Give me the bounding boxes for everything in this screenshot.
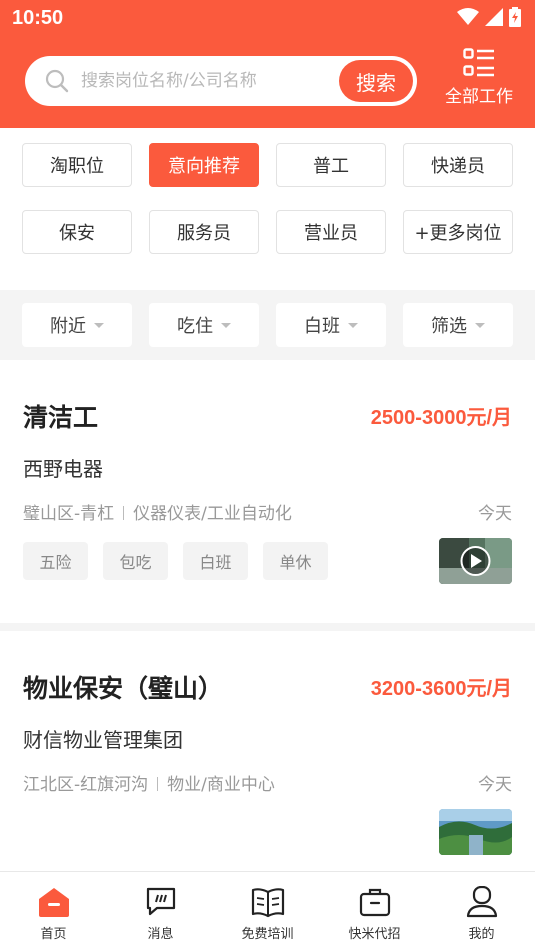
category-tag[interactable]: 淘职位 xyxy=(22,143,132,187)
nav-messages[interactable]: 消息 xyxy=(116,872,206,951)
benefit-tags: 五险 包吃 白班 单休 xyxy=(23,542,328,580)
profile-icon xyxy=(466,886,497,918)
more-categories-tag[interactable]: +更多岗位 xyxy=(403,210,513,254)
status-bar: 10:50 xyxy=(0,0,535,36)
nav-label: 消息 xyxy=(147,927,174,942)
nav-label: 快米代招 xyxy=(348,927,401,942)
filter-nearby[interactable]: 附近 xyxy=(22,303,132,347)
category-tag-active[interactable]: 意向推荐 xyxy=(149,143,259,187)
all-jobs-button[interactable]: 全部工作 xyxy=(440,48,518,107)
caret-down-icon xyxy=(475,322,485,328)
status-time: 10:50 xyxy=(12,7,64,29)
signal-icon xyxy=(485,8,503,26)
caret-down-icon xyxy=(348,322,358,328)
benefit-tag: 五险 xyxy=(23,542,88,580)
job-industry: 仪器仪表/工业自动化 xyxy=(133,504,292,524)
home-icon xyxy=(38,888,69,917)
job-location: 璧山区-青杠 xyxy=(23,504,115,524)
search-icon xyxy=(45,69,69,93)
nav-label: 免费培训 xyxy=(241,927,294,942)
category-tag[interactable]: 保安 xyxy=(22,210,132,254)
nav-training[interactable]: 免费培训 xyxy=(223,872,313,951)
battery-icon xyxy=(509,7,521,27)
filter-label: 吃住 xyxy=(177,316,213,337)
benefit-tag: 包吃 xyxy=(103,542,168,580)
job-meta: 璧山区-青杠 仪器仪表/工业自动化 xyxy=(23,499,292,524)
filter-label: 附近 xyxy=(50,316,86,337)
filter-bar: 附近 吃住 白班 筛选 xyxy=(0,290,535,360)
image-thumbnail[interactable] xyxy=(439,809,512,855)
company-name: 西野电器 xyxy=(23,457,103,481)
caret-down-icon xyxy=(94,322,104,328)
job-card[interactable]: 清洁工 2500-3000元/月 西野电器 璧山区-青杠 仪器仪表/工业自动化 今… xyxy=(0,360,535,623)
status-icons xyxy=(457,7,521,27)
benefit-tag: 单休 xyxy=(263,542,328,580)
list-icon xyxy=(463,48,494,77)
job-industry: 物业/商业中心 xyxy=(167,775,275,795)
nav-label: 首页 xyxy=(40,927,67,942)
category-tag[interactable]: 普工 xyxy=(276,143,386,187)
search-button[interactable]: 搜索 xyxy=(339,60,413,102)
search-input[interactable] xyxy=(81,56,331,106)
header: 10:50 搜索 全部工作 xyxy=(0,0,535,128)
divider xyxy=(123,506,125,520)
nav-home[interactable]: 首页 xyxy=(9,872,99,951)
job-title: 清洁工 xyxy=(23,403,99,432)
caret-down-icon xyxy=(221,322,231,328)
job-meta: 江北区-红旗河沟 物业/商业中心 xyxy=(23,770,275,795)
category-tag[interactable]: 服务员 xyxy=(149,210,259,254)
nav-label: 我的 xyxy=(468,927,495,942)
job-location: 江北区-红旗河沟 xyxy=(23,775,149,795)
filter-label: 白班 xyxy=(304,316,340,337)
filter-more[interactable]: 筛选 xyxy=(403,303,513,347)
category-tag[interactable]: 快递员 xyxy=(403,143,513,187)
bottom-nav: 首页 消息 免费培训 快米代招 我的 xyxy=(0,871,535,951)
filter-board[interactable]: 吃住 xyxy=(149,303,259,347)
category-tag[interactable]: 营业员 xyxy=(276,210,386,254)
posted-date: 今天 xyxy=(478,504,512,524)
search-box[interactable]: 搜索 xyxy=(25,56,417,106)
job-salary: 3200-3600元/月 xyxy=(370,678,512,700)
card-divider xyxy=(0,623,535,631)
job-card[interactable]: 物业保安（璧山） 3200-3600元/月 财信物业管理集团 江北区-红旗河沟物… xyxy=(0,631,535,871)
job-title: 物业保安（璧山） xyxy=(23,674,224,703)
video-thumbnail[interactable] xyxy=(439,538,512,584)
company-name: 财信物业管理集团 xyxy=(23,728,183,752)
divider xyxy=(157,777,159,791)
all-jobs-label: 全部工作 xyxy=(445,87,513,107)
filter-day-shift[interactable]: 白班 xyxy=(276,303,386,347)
posted-date: 今天 xyxy=(478,775,512,795)
nav-profile[interactable]: 我的 xyxy=(437,872,527,951)
briefcase-icon xyxy=(359,888,390,917)
nav-recruit[interactable]: 快米代招 xyxy=(330,872,420,951)
book-icon xyxy=(251,888,284,918)
job-salary: 2500-3000元/月 xyxy=(370,407,512,429)
benefit-tag: 白班 xyxy=(183,542,248,580)
message-icon xyxy=(146,887,175,916)
filter-label: 筛选 xyxy=(431,316,467,337)
category-tags: 淘职位 意向推荐 普工 快递员 保安 服务员 营业员 +更多岗位 xyxy=(22,143,513,254)
wifi-icon xyxy=(457,8,479,25)
